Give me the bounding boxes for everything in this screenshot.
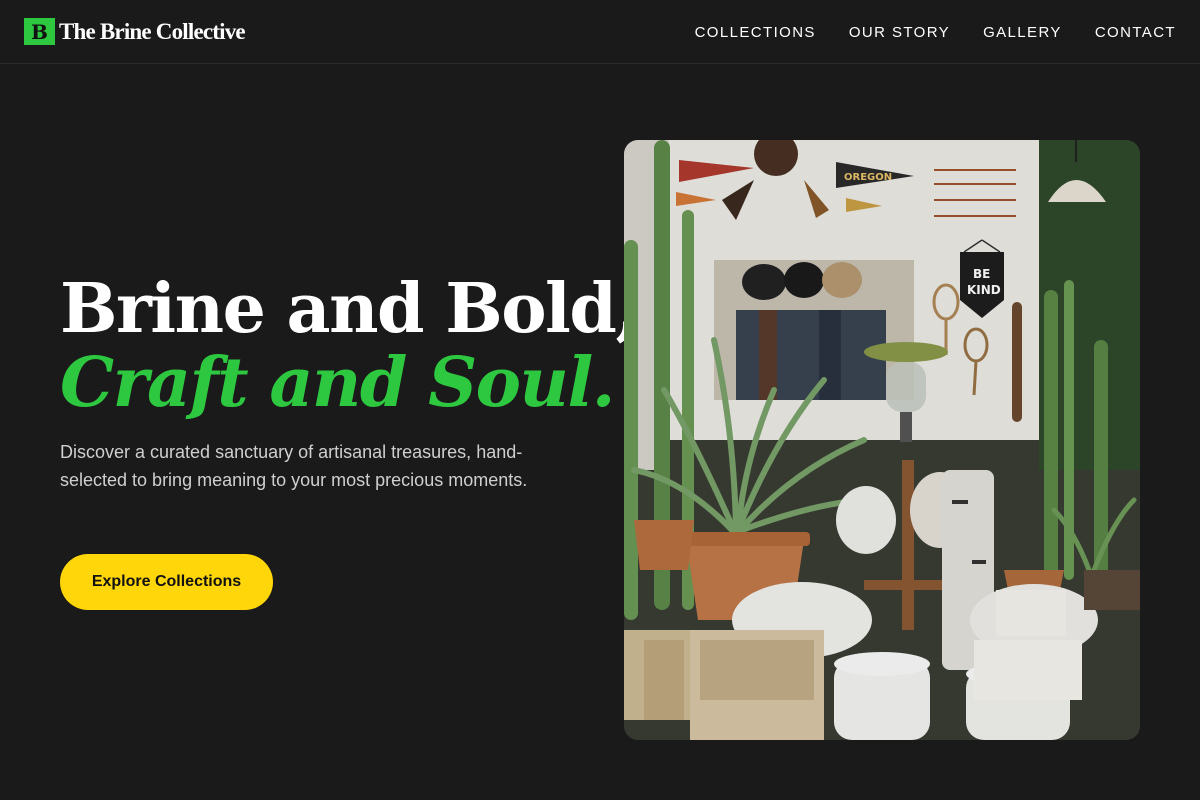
nav-link-gallery[interactable]: GALLERY (983, 24, 1062, 41)
top-navigation-bar: B The Brine Collective COLLECTIONS OUR S… (0, 0, 1200, 64)
hero-headline-line-1: Brine and Bold, (60, 269, 639, 349)
nav-link-contact[interactable]: CONTACT (1095, 24, 1176, 41)
shop-interior-illustration: OREGON BE KIND (624, 140, 1140, 740)
brand-logo-link[interactable]: B The Brine Collective (24, 18, 246, 45)
nav-link-collections[interactable]: COLLECTIONS (695, 24, 816, 41)
explore-collections-button[interactable]: Explore Collections (60, 554, 273, 610)
brand-mark-icon: B (24, 18, 55, 45)
nav-link-our-story[interactable]: OUR STORY (849, 24, 950, 41)
main-nav: COLLECTIONS OUR STORY GALLERY CONTACT (695, 0, 1176, 64)
hero-shop-photo: OREGON BE KIND (624, 140, 1140, 740)
hero-description: Discover a curated sanctuary of artisana… (60, 442, 528, 490)
hero-headline: Brine and Bold, Craft and Soul. (60, 269, 639, 423)
brand-name: The Brine Collective (59, 18, 246, 44)
hero-headline-line-2: Craft and Soul. (60, 343, 615, 423)
